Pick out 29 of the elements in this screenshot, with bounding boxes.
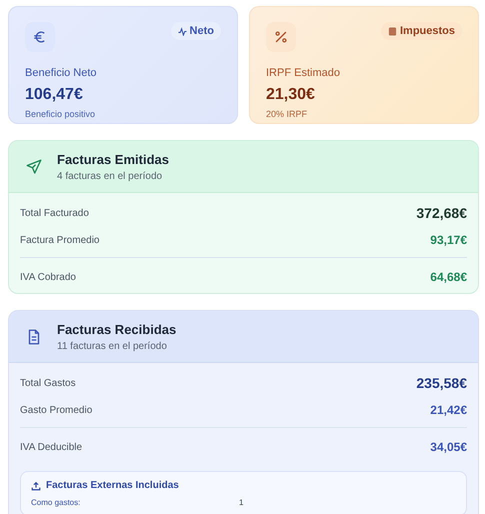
box-title: Facturas Externas Incluidas <box>46 480 179 491</box>
card-note: 20% IRPF <box>266 109 308 119</box>
card-note: Beneficio positivo <box>25 109 96 119</box>
row-label: Factura Promedio <box>20 234 100 246</box>
upload-icon <box>31 480 41 490</box>
row-value: 235,58€ <box>416 375 467 391</box>
row-label: Total Gastos <box>20 378 76 388</box>
row-value: 372,68€ <box>416 205 467 221</box>
card-value: 21,30€ <box>266 86 316 104</box>
card-value: 106,47€ <box>25 86 84 104</box>
box-value: 1 <box>239 498 244 507</box>
panel-title: Facturas Emitidas <box>57 152 169 167</box>
card-label: IRPF Estimado <box>266 67 341 79</box>
row-value: 93,17€ <box>430 233 467 247</box>
row-value: 34,05€ <box>430 440 467 454</box>
row-label: IVA Cobrado <box>20 272 76 282</box>
row-label: Gasto Promedio <box>20 404 92 416</box>
panel-title: Facturas Recibidas <box>57 322 176 337</box>
badge: Neto <box>170 22 221 40</box>
box-label: Como gastos: <box>31 498 82 507</box>
row-label: Total Facturado <box>20 208 89 218</box>
badge: Impuestos <box>380 22 462 40</box>
row-label: IVA Deducible <box>20 442 82 452</box>
card-label: Beneficio Neto <box>25 67 98 79</box>
row-value: 21,42€ <box>430 403 467 417</box>
row-value: 64,68€ <box>430 270 467 284</box>
send-icon <box>25 158 43 176</box>
panel-subtitle: 4 facturas en el período <box>57 171 164 182</box>
panel-subtitle: 11 facturas en el período <box>57 341 168 352</box>
